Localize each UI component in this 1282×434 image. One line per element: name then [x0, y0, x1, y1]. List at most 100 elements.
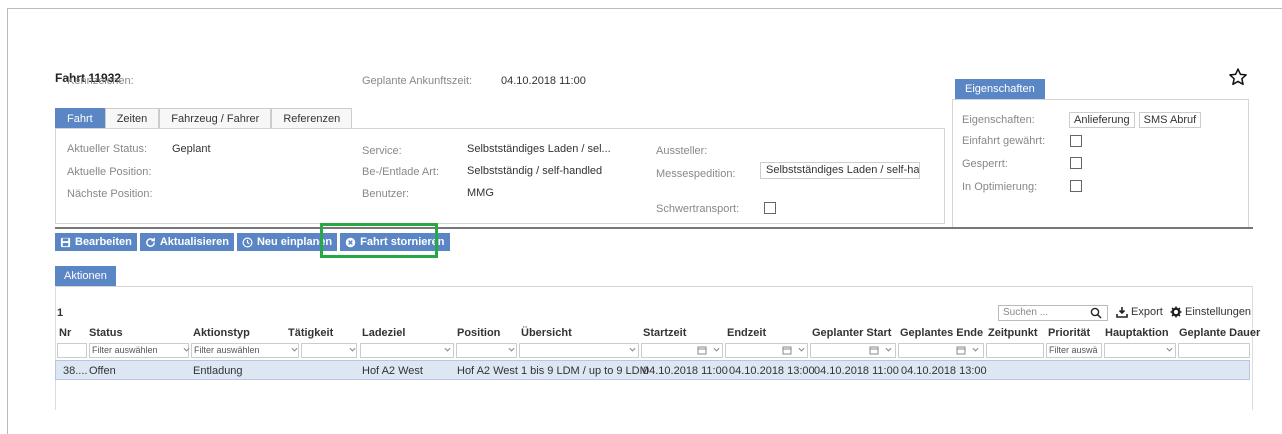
chevron-down-icon[interactable] — [183, 347, 190, 353]
chevron-down-icon[interactable] — [291, 347, 298, 353]
col-zeitpunkt[interactable]: Zeitpunkt — [988, 327, 1038, 339]
filter-status[interactable]: Filter auswählen — [89, 343, 189, 358]
ankunft-label: Geplante Ankunftszeit: — [362, 75, 473, 87]
chevron-down-icon[interactable] — [444, 347, 451, 353]
cell-status: Offen — [89, 365, 116, 377]
einfahrt-label: Einfahrt gewährt: — [962, 135, 1046, 147]
messe-label: Messespedition: — [656, 168, 736, 180]
col-nr[interactable]: Nr — [59, 327, 71, 339]
filter-uebersicht[interactable] — [519, 343, 639, 358]
schwertransport-checkbox[interactable] — [764, 202, 776, 214]
messe-select[interactable]: Selbstständiges Laden / self-ha... — [760, 162, 920, 179]
col-position[interactable]: Position — [457, 327, 500, 339]
chevron-down-icon[interactable] — [713, 347, 720, 353]
eigenschaften-chips: Anlieferung SMS Abruf — [1069, 112, 1205, 128]
chip-sms-abruf[interactable]: SMS Abruf — [1138, 112, 1202, 128]
calendar-icon[interactable] — [869, 345, 879, 355]
calendar-icon[interactable] — [697, 345, 707, 355]
chevron-down-icon[interactable] — [349, 347, 356, 353]
record-count: 1 — [57, 307, 64, 319]
filter-aktionstyp[interactable]: Filter auswählen — [191, 343, 299, 358]
download-icon — [1116, 307, 1128, 318]
filter-geplante-dauer[interactable] — [1178, 343, 1250, 358]
col-status[interactable]: Status — [89, 327, 123, 339]
export-button[interactable]: Export — [1116, 306, 1163, 318]
next-position-label: Nächste Position: — [67, 188, 153, 200]
cell-geplanter-start: 04.10.2018 11:00 — [814, 365, 899, 377]
chevron-down-icon[interactable] — [798, 347, 805, 353]
filter-ladeziel[interactable] — [360, 343, 454, 358]
gear-icon — [1170, 306, 1182, 318]
chip-anlieferung[interactable]: Anlieferung — [1069, 112, 1135, 128]
tab-aktionen[interactable]: Aktionen — [55, 266, 116, 286]
einstellungen-button[interactable]: Einstellungen — [1170, 306, 1251, 318]
clock-icon — [242, 237, 253, 247]
filter-startzeit[interactable] — [641, 343, 723, 358]
gesperrt-checkbox[interactable] — [1070, 157, 1082, 169]
cell-position: Hof A2 West — [457, 365, 518, 377]
col-aktionstyp[interactable]: Aktionstyp — [193, 327, 250, 339]
frame-top-border — [7, 8, 1282, 9]
tab-fahrzeug-fahrer[interactable]: Fahrzeug / Fahrer — [159, 108, 272, 128]
calendar-icon[interactable] — [782, 345, 792, 355]
filter-geplanter-start[interactable] — [810, 343, 896, 358]
save-icon — [60, 237, 71, 247]
beentlade-label: Be-/Entlade Art: — [362, 166, 440, 178]
tab-eigenschaften[interactable]: Eigenschaften — [955, 79, 1045, 99]
filter-prioritaet[interactable]: Filter auswä — [1046, 343, 1102, 358]
filter-zeitpunkt[interactable] — [986, 343, 1044, 358]
bearbeiten-button[interactable]: Bearbeiten — [55, 233, 137, 251]
aktualisieren-button[interactable]: Aktualisieren — [139, 233, 234, 251]
refresh-icon — [146, 237, 155, 247]
cell-endzeit: 04.10.2018 13:00 — [729, 365, 815, 377]
highlight-box — [320, 223, 438, 258]
col-uebersicht[interactable]: Übersicht — [521, 327, 572, 339]
status-value: Geplant — [172, 143, 211, 155]
service-label: Service: — [362, 145, 402, 157]
tab-zeiten[interactable]: Zeiten — [104, 108, 160, 128]
col-taetigkeit[interactable]: Tätigkeit — [288, 327, 333, 339]
benutzer-label: Benutzer: — [362, 188, 410, 200]
cell-geplantes-ende: 04.10.2018 13:00 — [901, 365, 987, 377]
detail-tabs: Fahrt Zeiten Fahrzeug / Fahrer Referenze… — [55, 108, 353, 128]
filter-endzeit[interactable] — [725, 343, 808, 358]
col-startzeit[interactable]: Startzeit — [643, 327, 686, 339]
calendar-icon[interactable] — [956, 345, 966, 355]
col-ladeziel[interactable]: Ladeziel — [362, 327, 405, 339]
cell-nr: 38.... — [63, 365, 88, 377]
cell-startzeit: 04.10.2018 11:00 — [643, 365, 728, 377]
chevron-down-icon[interactable] — [1166, 347, 1173, 353]
chevron-down-icon[interactable] — [972, 347, 979, 353]
chevron-down-icon[interactable] — [885, 347, 892, 353]
position-label: Aktuelle Position: — [67, 166, 152, 178]
col-hauptaktion[interactable]: Hauptaktion — [1105, 327, 1169, 339]
col-geplantes-ende[interactable]: Geplantes Ende — [900, 327, 983, 339]
benutzer-value: MMG — [467, 187, 494, 199]
aussteller-label: Aussteller: — [656, 145, 708, 157]
cell-uebersicht: 1 bis 9 LDM / up to 9 LDM — [521, 365, 649, 377]
einstellungen-label: Einstellungen — [1185, 306, 1252, 318]
search-icon[interactable] — [1090, 307, 1102, 319]
schwertransport-label: Schwertransport: — [656, 203, 740, 215]
bearbeiten-label: Bearbeiten — [75, 236, 132, 248]
optimierung-checkbox[interactable] — [1070, 180, 1082, 192]
tab-fahrt[interactable]: Fahrt — [55, 108, 105, 128]
chevron-down-icon[interactable] — [508, 347, 515, 353]
tab-referenzen[interactable]: Referenzen — [271, 108, 353, 128]
status-label: Aktueller Status: — [67, 143, 148, 155]
einfahrt-checkbox[interactable] — [1070, 135, 1082, 147]
eigenschaften-label: Eigenschaften: — [962, 114, 1035, 126]
favorite-star-icon[interactable] — [1228, 67, 1248, 87]
col-geplanter-start[interactable]: Geplanter Start — [812, 327, 891, 339]
col-endzeit[interactable]: Endzeit — [727, 327, 766, 339]
filter-nr[interactable] — [57, 343, 87, 358]
col-prioritaet[interactable]: Priorität — [1048, 327, 1090, 339]
service-value: Selbstständiges Laden / sel... — [467, 143, 611, 155]
optimierung-label: In Optimierung: — [962, 181, 1038, 193]
ankunft-value: 04.10.2018 11:00 — [501, 75, 586, 87]
aktualisieren-label: Aktualisieren — [159, 236, 229, 248]
gesperrt-label: Gesperrt: — [962, 158, 1008, 170]
col-geplante-dauer[interactable]: Geplante Dauer — [1179, 327, 1260, 339]
kennzeichen-label: Kennzeichen: — [67, 75, 134, 87]
chevron-down-icon[interactable] — [629, 347, 636, 353]
